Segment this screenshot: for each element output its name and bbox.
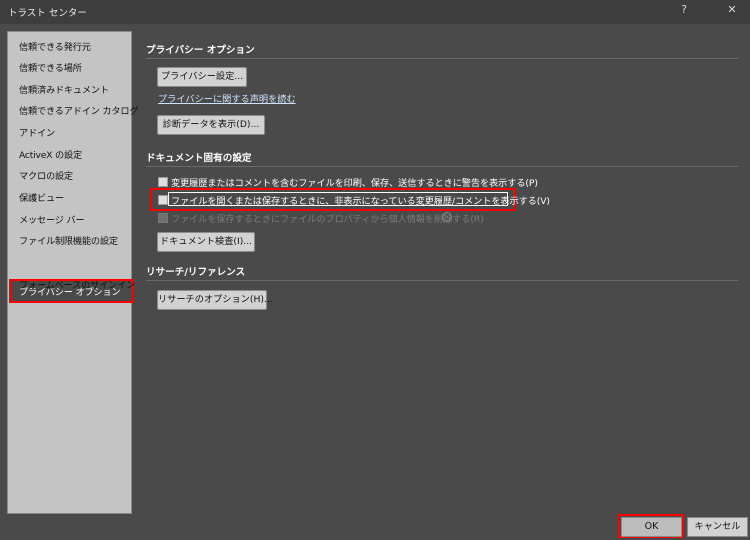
cancel-button[interactable]: キャンセル: [687, 517, 748, 537]
research-options-button[interactable]: リサーチのオプション(H)...: [157, 290, 273, 310]
sidebar-item-form-signin[interactable]: フォームベースのサインイン: [19, 277, 135, 291]
warn-tracked-changes-label[interactable]: 変更履歴またはコメントを含むファイルを印刷、保存、送信するときに警告を表示する(…: [171, 175, 538, 189]
sidebar-item-trusted-addin-catalogs[interactable]: 信頼できるアドイン カタログ: [19, 103, 139, 117]
sidebar-item-macro[interactable]: マクロの設定: [19, 168, 73, 182]
privacy-section-title: プライバシー オプション: [146, 45, 255, 56]
close-button[interactable]: ✕: [722, 3, 742, 16]
help-button[interactable]: ?: [674, 3, 694, 16]
warn-tracked-changes-checkbox[interactable]: [158, 177, 168, 187]
document-divider: [146, 166, 738, 167]
sidebar-item-activex[interactable]: ActiveX の設定: [19, 147, 82, 161]
sidebar-item-trusted-documents[interactable]: 信頼済みドキュメント: [19, 82, 109, 96]
sidebar-item-message-bar[interactable]: メッセージ バー: [19, 212, 85, 226]
remove-personal-info-label: ファイルを保存するときにファイルのプロパティから個人情報を削除する(R): [171, 214, 484, 225]
title-bar: トラスト センター ? ✕: [0, 0, 750, 24]
window-title: トラスト センター: [8, 8, 87, 19]
info-icon[interactable]: i: [442, 212, 452, 222]
show-hidden-markup-checkbox[interactable]: [158, 195, 168, 205]
show-hidden-markup-label[interactable]: ファイルを開くまたは保存するときに、非表示になっている変更履歴/コメントを表示す…: [171, 193, 550, 207]
sidebar-item-protected-view[interactable]: 保護ビュー: [19, 190, 64, 204]
sidebar-item-trusted-publishers[interactable]: 信頼できる発行元: [19, 39, 91, 53]
privacy-settings-button[interactable]: プライバシー設定...: [157, 67, 247, 87]
privacy-divider: [146, 58, 738, 59]
research-divider: [146, 280, 738, 281]
document-inspector-button[interactable]: ドキュメント検査(I)...: [157, 232, 255, 252]
ok-button[interactable]: OK: [621, 517, 682, 537]
privacy-statement-link[interactable]: プライバシーに関する声明を読む: [158, 91, 296, 105]
remove-personal-info-checkbox: [158, 213, 168, 223]
sidebar: 信頼できる発行元 信頼できる場所 信頼済みドキュメント 信頼できるアドイン カタ…: [7, 31, 139, 514]
research-section-title: リサーチ/リファレンス: [146, 267, 246, 278]
document-section-title: ドキュメント固有の設定: [146, 153, 252, 164]
sidebar-item-addins[interactable]: アドイン: [19, 125, 55, 139]
sidebar-item-file-block[interactable]: ファイル制限機能の設定: [19, 233, 118, 247]
diagnostic-data-button[interactable]: 診断データを表示(D)...: [157, 115, 265, 135]
sidebar-item-trusted-locations[interactable]: 信頼できる場所: [19, 60, 82, 74]
ok-button-label: OK: [644, 521, 659, 532]
